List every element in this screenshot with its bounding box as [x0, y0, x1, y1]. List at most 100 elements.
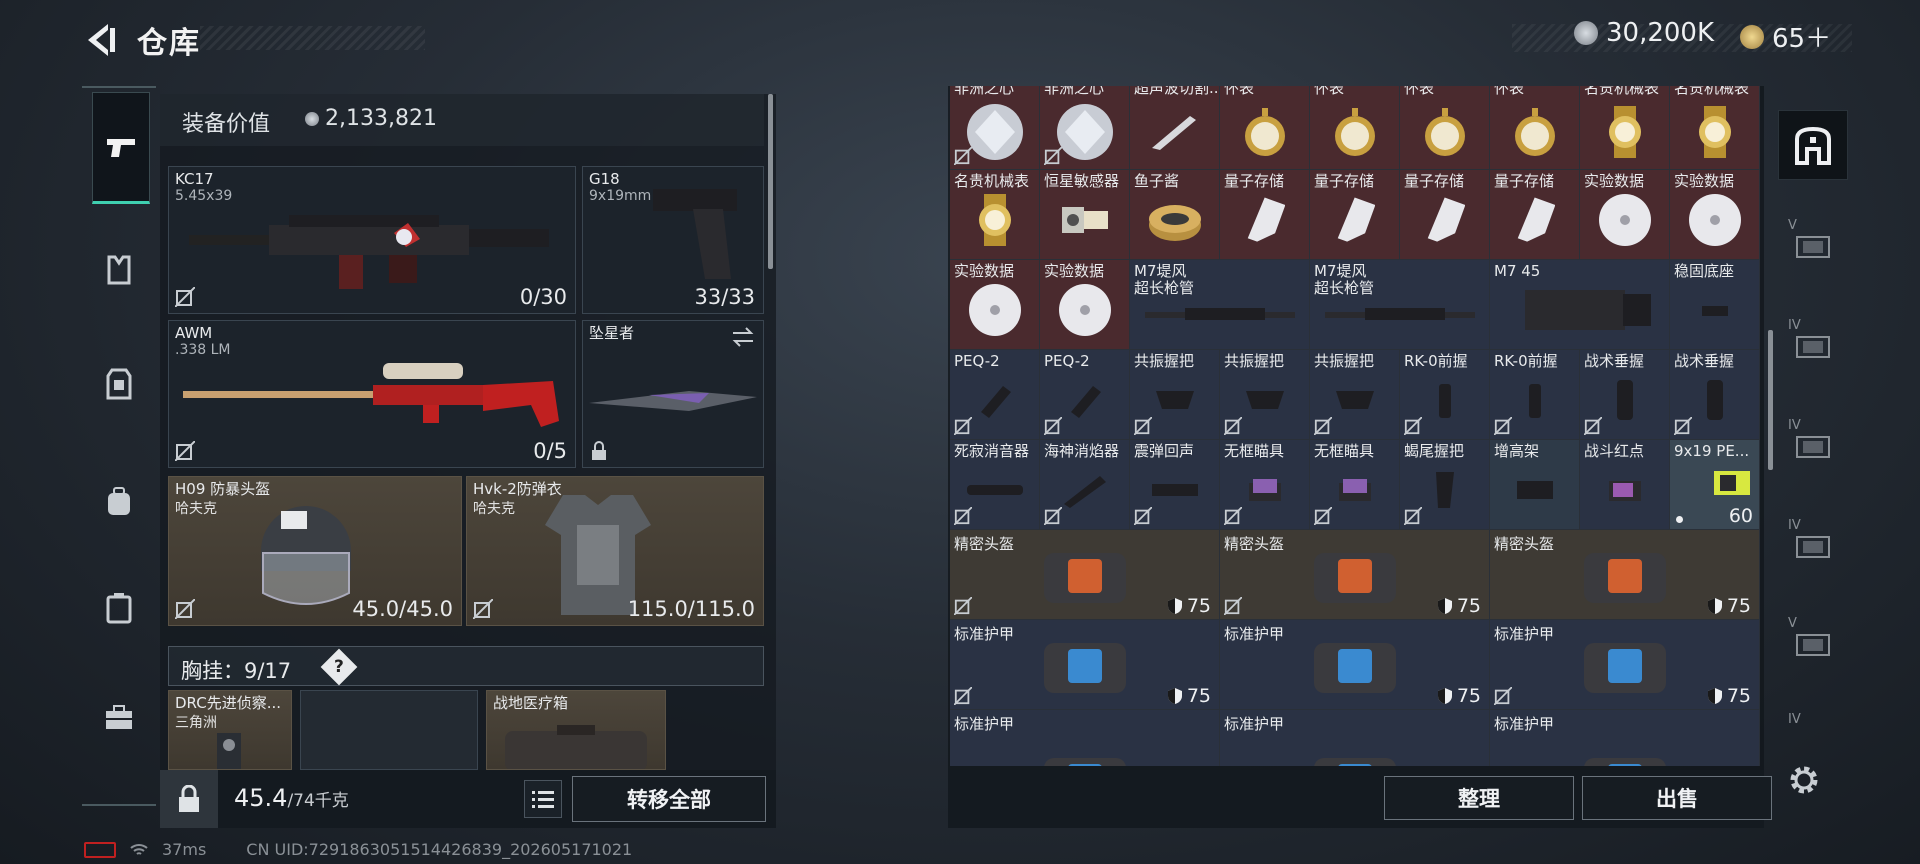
item-label: 名贵机械表	[1584, 86, 1660, 97]
grid-item-armor[interactable]: 标准护甲	[1490, 710, 1760, 766]
grid-item[interactable]: 实验数据	[950, 260, 1040, 350]
grid-item[interactable]: PEQ-2	[1040, 350, 1130, 440]
tab-warehouse-4[interactable]: IV	[1778, 510, 1848, 580]
lock-button[interactable]	[160, 770, 218, 828]
item-label: 名贵机械表	[1674, 86, 1750, 97]
grid-item-helmet[interactable]: 精密头盔 75	[1220, 530, 1490, 620]
transfer-all-button[interactable]: 转移全部	[572, 776, 766, 822]
grid-item[interactable]: 无框瞄具	[1310, 440, 1400, 530]
grid-item[interactable]: 共振握把	[1220, 350, 1310, 440]
grid-item[interactable]: 死寂消音器	[950, 440, 1040, 530]
grid-item[interactable]: 震弹回声	[1130, 440, 1220, 530]
grid-item[interactable]: 非洲之心	[950, 86, 1040, 170]
data-drive-icon	[1247, 197, 1285, 242]
grid-item[interactable]: 战术垂握	[1580, 350, 1670, 440]
grid-item[interactable]: 增高架	[1490, 440, 1580, 530]
blade-icon	[1151, 116, 1196, 151]
grid-item-armor[interactable]: 标准护甲	[1220, 710, 1490, 766]
grid-item[interactable]: 怀表	[1220, 86, 1310, 170]
grid-item-barrel[interactable]: M7堤风 超长枪管	[1130, 260, 1310, 350]
grid-item[interactable]: 量子存储	[1220, 170, 1310, 260]
grid-item[interactable]: 实验数据	[1670, 170, 1760, 260]
grid-item[interactable]: RK-0前握	[1400, 350, 1490, 440]
grid-item-armor[interactable]: 标准护甲 75	[1490, 620, 1760, 710]
chest-item-1[interactable]: DRC先进侦察... 三角洲	[168, 690, 292, 770]
nav-armor[interactable]	[91, 356, 147, 412]
back-arrow-icon[interactable]	[80, 20, 120, 60]
currency-coins[interactable]: 30,200K	[1574, 18, 1714, 48]
slot-primary-weapon-2[interactable]: AWM .338 LM 0/5	[168, 320, 576, 468]
grid-item[interactable]: 非洲之心	[1040, 86, 1130, 170]
caviar-tin-icon	[1148, 204, 1201, 241]
suppressor-icon	[966, 484, 1023, 495]
gear-icon[interactable]	[1786, 762, 1822, 798]
slot-primary-weapon-1[interactable]: KC17 5.45x39 0/30	[168, 166, 576, 314]
grid-item[interactable]: 鱼子酱	[1130, 170, 1220, 260]
nav-backpack[interactable]	[91, 474, 147, 530]
grid-item[interactable]: 海神消焰器	[1040, 440, 1130, 530]
list-view-button[interactable]	[524, 780, 562, 818]
grid-item-armor[interactable]: 标准护甲 75	[950, 620, 1220, 710]
slot-melee[interactable]: 坠星者	[582, 320, 764, 468]
grid-item[interactable]: 实验数据	[1040, 260, 1130, 350]
grid-item-armor[interactable]: 标准护甲 75	[1220, 620, 1490, 710]
grid-item-ammo[interactable]: 9x19 PE... 60	[1670, 440, 1760, 530]
grid-item[interactable]: 恒星敏感器	[1040, 170, 1130, 260]
help-icon[interactable]: ?	[320, 648, 358, 686]
grid-item[interactable]: 量子存储	[1400, 170, 1490, 260]
ping-text: 37ms	[162, 840, 207, 859]
slot-helmet[interactable]: H09 防暴头盔 哈夫克 45.0/45.0	[168, 476, 462, 626]
grid-item-armor[interactable]: 标准护甲	[950, 710, 1220, 766]
grid-item[interactable]: RK-0前握	[1490, 350, 1580, 440]
currency-premium-value: 65＋	[1772, 24, 1832, 54]
tab-warehouse-1[interactable]: V	[1778, 210, 1848, 280]
tab-warehouse-6[interactable]: IV	[1778, 706, 1848, 740]
chest-item-medkit[interactable]: 战地医疗箱	[486, 690, 666, 770]
nav-weapons[interactable]	[92, 92, 150, 204]
grid-item[interactable]: 量子存储	[1490, 170, 1580, 260]
slot-sidearm[interactable]: G18 9x19mm 33/33	[582, 166, 764, 314]
item-label: 实验数据	[954, 262, 1015, 280]
nav-vest[interactable]	[91, 242, 147, 298]
tab-all[interactable]	[1778, 110, 1848, 180]
sell-button[interactable]: 出售	[1582, 776, 1772, 820]
grid-item-helmet[interactable]: 精密头盔 75	[1490, 530, 1760, 620]
tab-warehouse-3[interactable]: IV	[1778, 410, 1848, 480]
item-label: 无框瞄具	[1314, 442, 1375, 460]
tab-warehouse-2[interactable]: IV	[1778, 310, 1848, 380]
grid-item[interactable]: 怀表	[1490, 86, 1580, 170]
grid-item[interactable]: 名贵机械表	[1670, 86, 1760, 170]
grid-item[interactable]: 名贵机械表	[950, 170, 1040, 260]
grid-item[interactable]: 量子存储	[1310, 170, 1400, 260]
grid-item[interactable]: 名贵机械表	[1580, 86, 1670, 170]
scrollbar[interactable]	[768, 94, 773, 269]
grid-item[interactable]: 共振握把	[1130, 350, 1220, 440]
helmet-bag-icon	[1313, 553, 1396, 604]
wifi-icon	[130, 843, 148, 855]
grid-item[interactable]: 超声波切割...	[1130, 86, 1220, 170]
currency-premium[interactable]: 65＋	[1740, 18, 1831, 55]
tab-level: IV	[1788, 418, 1801, 433]
item-label: 怀表	[1224, 86, 1255, 97]
grid-item[interactable]: 战斗红点	[1580, 440, 1670, 530]
grid-item[interactable]: 实验数据	[1580, 170, 1670, 260]
tab-warehouse-5[interactable]: V	[1778, 608, 1848, 678]
swap-icon[interactable]	[731, 327, 755, 347]
nav-toolbox[interactable]	[91, 690, 147, 746]
sort-button[interactable]: 整理	[1384, 776, 1574, 820]
grid-item[interactable]: 蝎尾握把	[1400, 440, 1490, 530]
nav-case[interactable]	[91, 580, 147, 636]
item-label: RK-0前握	[1494, 352, 1558, 370]
grid-item[interactable]: 共振握把	[1310, 350, 1400, 440]
grid-item[interactable]: 无框瞄具	[1220, 440, 1310, 530]
slot-body-armor[interactable]: Hvk-2防弹衣 哈夫克 115.0/115.0	[466, 476, 764, 626]
grid-item[interactable]: PEQ-2	[950, 350, 1040, 440]
grid-item[interactable]: 稳固底座	[1670, 260, 1760, 350]
grid-item-barrel[interactable]: M7堤风 超长枪管	[1310, 260, 1490, 350]
grid-item[interactable]: 怀表	[1400, 86, 1490, 170]
chest-item-empty[interactable]	[300, 690, 478, 770]
grid-item-helmet[interactable]: 精密头盔 75	[950, 530, 1220, 620]
grid-item[interactable]: 怀表	[1310, 86, 1400, 170]
grid-item-stock[interactable]: M7 45	[1490, 260, 1670, 350]
grid-item[interactable]: 战术垂握	[1670, 350, 1760, 440]
